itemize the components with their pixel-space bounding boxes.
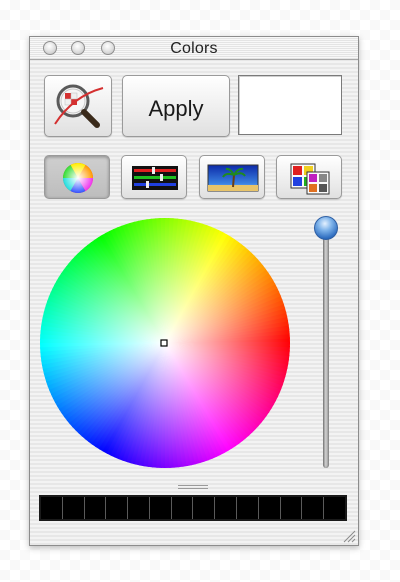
splitter-grip[interactable]: [178, 484, 208, 490]
color-wheel-graphic[interactable]: [39, 217, 291, 469]
color-wheel[interactable]: [39, 217, 291, 469]
swatch-cell[interactable]: [171, 497, 194, 519]
magnifier-button[interactable]: [44, 75, 112, 137]
swatch-cell[interactable]: [62, 497, 85, 519]
title-bar[interactable]: Colors: [30, 37, 358, 60]
swatch-cell[interactable]: [149, 497, 172, 519]
brightness-slider-track[interactable]: [323, 233, 329, 468]
color-swatch-strip: [39, 495, 347, 521]
sliders-mode-icon: [132, 166, 178, 190]
apply-button-label: Apply: [148, 96, 204, 121]
swatch-cell[interactable]: [324, 497, 345, 519]
resize-grip-icon[interactable]: [340, 527, 356, 543]
swatch-cell[interactable]: [128, 497, 150, 519]
window-title: Colors: [170, 40, 218, 57]
swatch-cell[interactable]: [258, 497, 281, 519]
swatch-cell[interactable]: [237, 497, 259, 519]
color-wheel-mode-button[interactable]: [44, 155, 110, 199]
crayon-palette-mode-button[interactable]: [276, 155, 342, 199]
swatch-cell[interactable]: [41, 497, 63, 519]
current-color-well[interactable]: [238, 75, 342, 135]
brightness-slider-thumb[interactable]: [314, 216, 338, 240]
swatch-cell[interactable]: [302, 497, 325, 519]
swatch-cell[interactable]: [215, 497, 238, 519]
swatch-cell[interactable]: [280, 497, 303, 519]
image-palette-mode-icon: [207, 164, 259, 192]
swatch-cell[interactable]: [106, 497, 129, 519]
swatch-cell[interactable]: [84, 497, 107, 519]
colors-window: Colors Apply: [29, 36, 359, 546]
sliders-mode-button[interactable]: [121, 155, 187, 199]
color-wheel-mode-icon: [62, 162, 94, 194]
magnifier-icon: [54, 84, 104, 128]
color-wheel-cursor[interactable]: [160, 339, 168, 347]
swatch-cell[interactable]: [193, 497, 216, 519]
apply-button[interactable]: Apply: [122, 75, 230, 137]
crayon-palette-mode-icon: [290, 163, 330, 195]
image-palette-mode-button[interactable]: [199, 155, 265, 199]
page: Colors Apply: [0, 0, 400, 582]
